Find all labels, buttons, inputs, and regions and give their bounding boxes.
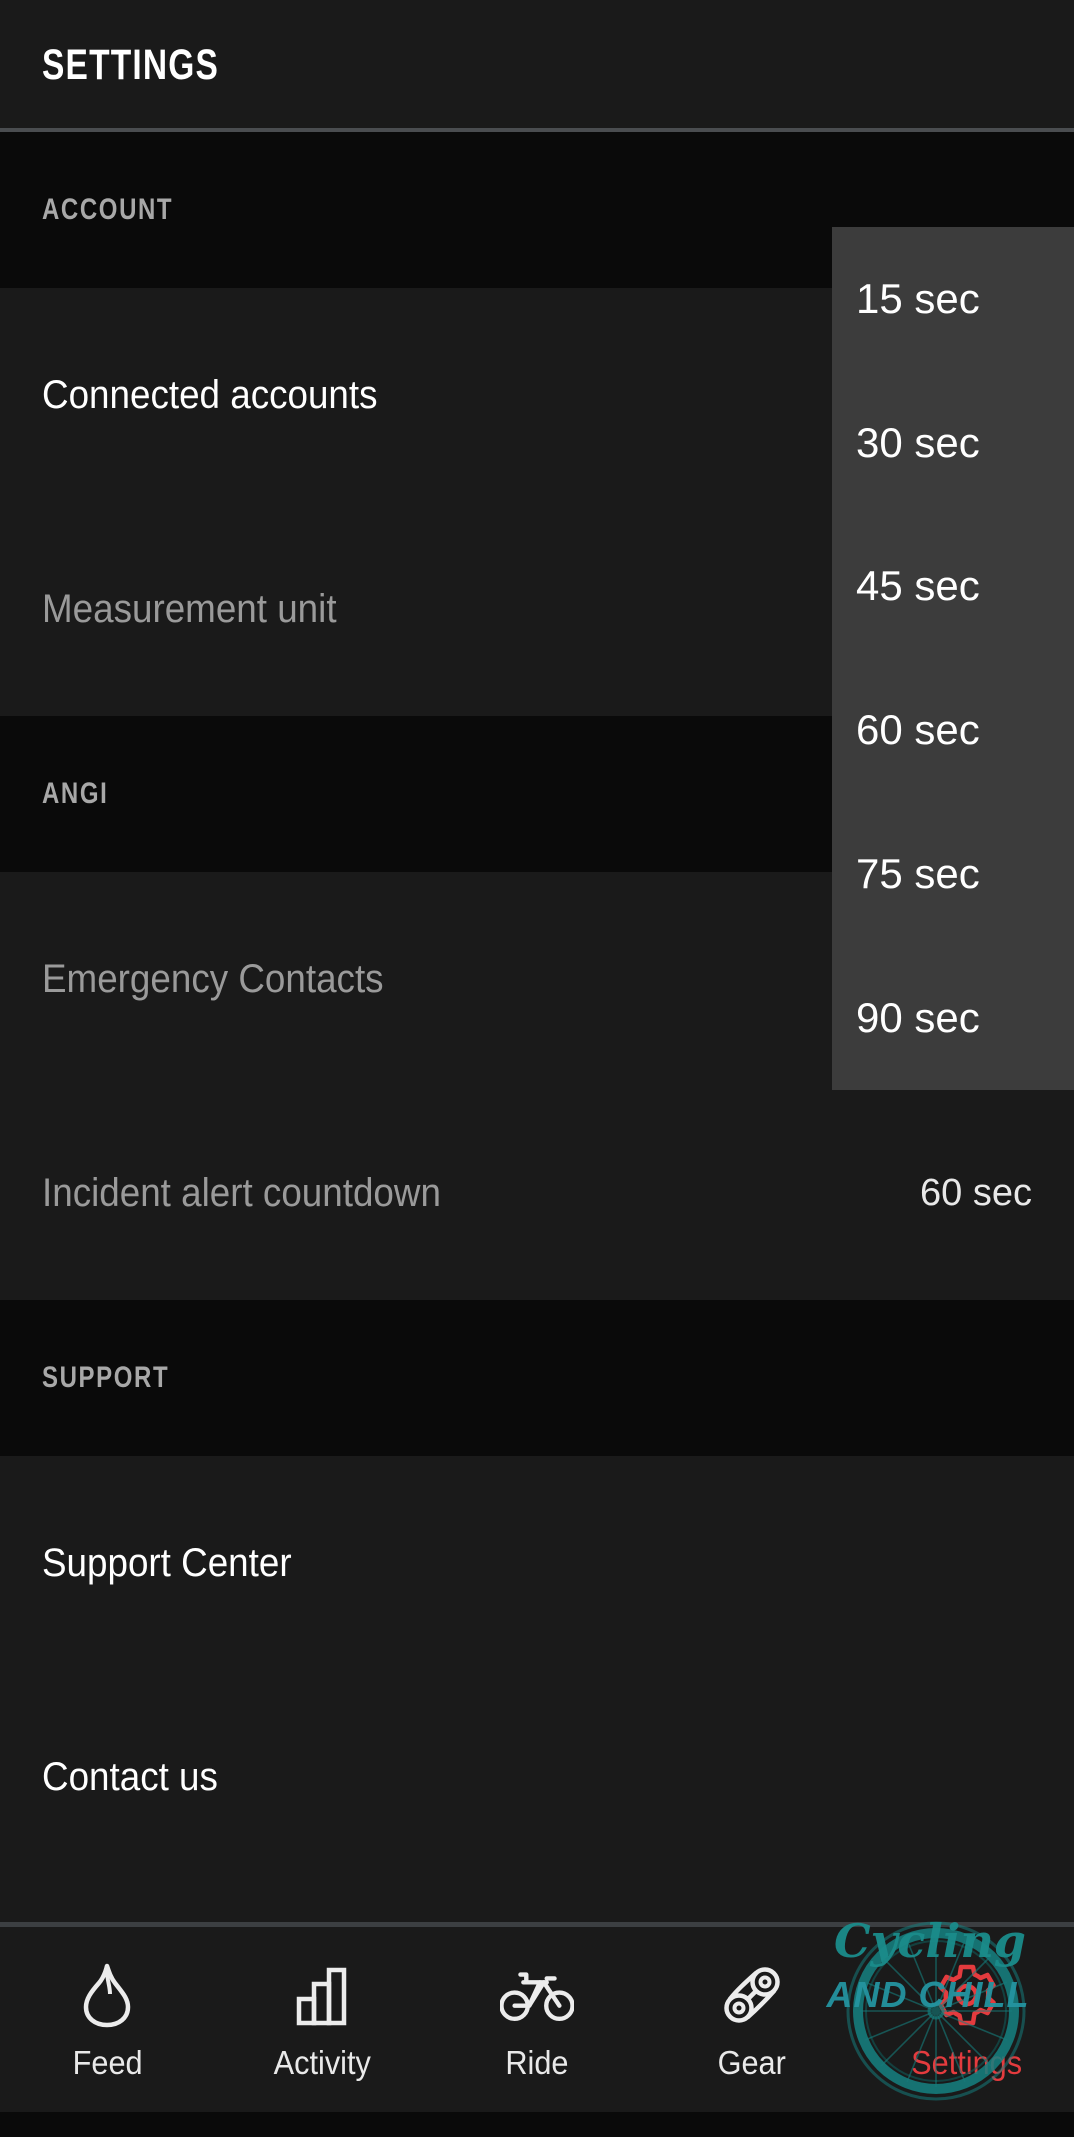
nav-item-activity[interactable]: Activity — [215, 1927, 430, 2112]
countdown-dropdown-menu[interactable]: 15 sec 30 sec 45 sec 60 sec 75 sec 90 se… — [832, 227, 1074, 1090]
nav-item-gear[interactable]: Gear — [644, 1927, 859, 2112]
row-label: Support Center — [42, 1540, 292, 1585]
navbar-items: Feed Activity Ride Gear Settings — [0, 1927, 1074, 2112]
row-value: 60 sec — [920, 1171, 1032, 1214]
app-header: SETTINGS — [0, 0, 1074, 130]
bar-chart-icon — [285, 1958, 359, 2032]
section-label-angi: ANGI — [42, 777, 109, 810]
nav-label: Ride — [505, 2043, 569, 2081]
row-label: Connected accounts — [42, 372, 378, 417]
dropdown-option-15-sec[interactable]: 15 sec — [832, 227, 1074, 371]
nav-item-ride[interactable]: Ride — [430, 1927, 645, 2112]
nav-item-feed[interactable]: Feed — [0, 1927, 215, 2112]
row-label: Contact us — [42, 1754, 218, 1799]
dropdown-option-30-sec[interactable]: 30 sec — [832, 371, 1074, 515]
bicycle-icon — [499, 1958, 574, 2032]
section-label-support: SUPPORT — [42, 1361, 170, 1394]
settings-row-contact-us[interactable]: Contact us — [0, 1670, 1074, 1884]
row-label: Measurement unit — [42, 586, 337, 631]
settings-screen: SETTINGS ACCOUNT Connected accounts Meas… — [0, 0, 1074, 2137]
settings-row-support-center[interactable]: Support Center — [0, 1456, 1074, 1670]
section-label-account: ACCOUNT — [42, 193, 174, 226]
section-header-support: SUPPORT — [0, 1300, 1074, 1456]
page-title: SETTINGS — [42, 40, 220, 89]
nav-label: Feed — [72, 2043, 143, 2081]
nav-label: Settings — [911, 2043, 1023, 2081]
dropdown-option-45-sec[interactable]: 45 sec — [832, 515, 1074, 659]
chain-link-icon — [715, 1958, 789, 2032]
row-label: Emergency Contacts — [42, 956, 384, 1001]
flame-icon — [70, 1958, 144, 2032]
row-label: Incident alert countdown — [42, 1170, 441, 1215]
dropdown-option-90-sec[interactable]: 90 sec — [832, 946, 1074, 1090]
bottom-navigation-bar: Feed Activity Ride Gear Settings — [0, 1922, 1074, 2137]
nav-label: Gear — [717, 2043, 786, 2081]
gear-icon — [930, 1958, 1004, 2032]
dropdown-option-75-sec[interactable]: 75 sec — [832, 802, 1074, 946]
navbar-bottom-strip — [0, 2112, 1074, 2137]
settings-row-incident-alert-countdown[interactable]: Incident alert countdown 60 sec — [0, 1086, 1074, 1300]
dropdown-option-60-sec[interactable]: 60 sec — [832, 658, 1074, 802]
nav-item-settings[interactable]: Settings — [859, 1927, 1074, 2112]
nav-label: Activity — [273, 2043, 371, 2081]
